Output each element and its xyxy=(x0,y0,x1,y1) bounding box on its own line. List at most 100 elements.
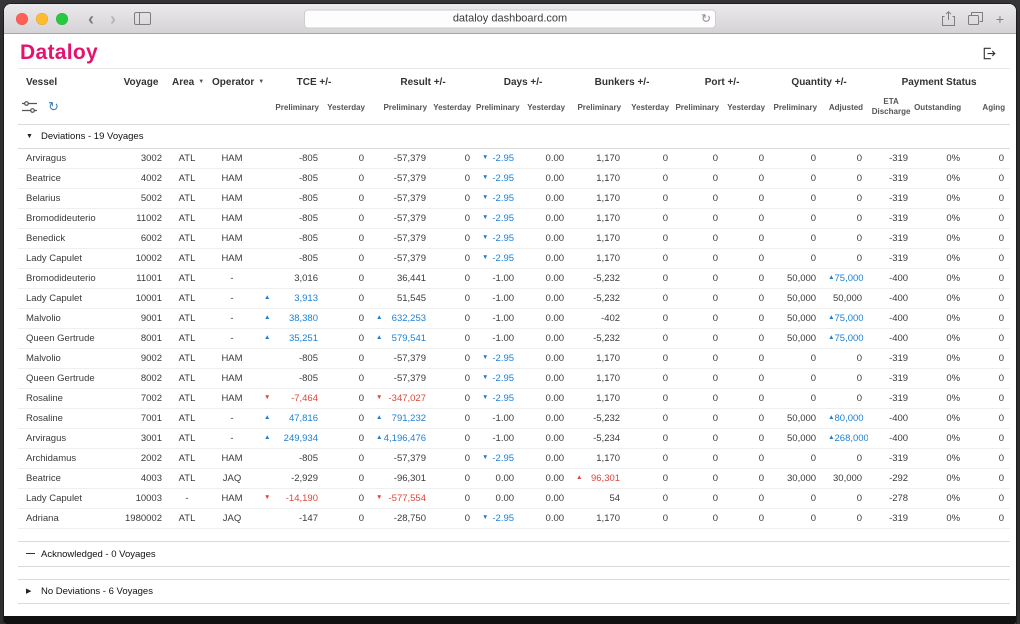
cell-value: 0.00 xyxy=(546,153,565,164)
table-row[interactable]: Belarius5002ATLHAM-8050-57,3790▼-2.950.0… xyxy=(18,189,1010,209)
cell: 0 xyxy=(324,149,370,169)
filter-icon[interactable]: ▼ xyxy=(198,79,204,85)
expand-icon[interactable]: ▶ xyxy=(26,587,41,595)
cell-value: 0 xyxy=(713,493,718,504)
section-header-deviations-19-voyages[interactable]: ▼Deviations - 19 Voyages xyxy=(18,125,1010,149)
cell-value: 0 xyxy=(359,193,364,204)
cell-value: 0 xyxy=(663,373,668,384)
cell-value: 0 xyxy=(713,193,718,204)
filter-icon[interactable]: ▼ xyxy=(258,79,264,85)
cell-value: 0 xyxy=(759,433,764,444)
collapse-icon[interactable]: ▼ xyxy=(26,133,41,140)
table-row[interactable]: Adriana1980002ATLJAQ-1470-28,7500▼-2.950… xyxy=(18,509,1010,529)
cell: 0 xyxy=(770,369,822,389)
cell: ATL xyxy=(168,189,208,209)
table-row[interactable]: Rosaline7001ATL-▲47,8160▲791,2320-1.000.… xyxy=(18,409,1010,429)
cell-value: Rosaline xyxy=(26,413,63,424)
table-row[interactable]: Lady Capulet10001ATL-▲3,913051,5450-1.00… xyxy=(18,289,1010,309)
share-icon[interactable] xyxy=(942,11,955,26)
cell: 0 xyxy=(966,329,1010,349)
table-row[interactable]: Beatrice4002ATLHAM-8050-57,3790▼-2.950.0… xyxy=(18,169,1010,189)
cell-value: -319 xyxy=(889,153,908,164)
cell: 1,170 xyxy=(570,509,626,529)
cell-value: Arviragus xyxy=(26,433,66,444)
cell: 0 xyxy=(966,189,1010,209)
cell: 0 xyxy=(674,189,724,209)
cell: ▲75,000 xyxy=(822,329,868,349)
sidebar-toggle-button[interactable] xyxy=(134,12,151,25)
new-tab-icon[interactable]: + xyxy=(996,12,1004,26)
column-group-port: Port +/- xyxy=(674,69,770,96)
table-row[interactable]: Malvolio9002ATLHAM-8050-57,3790▼-2.950.0… xyxy=(18,349,1010,369)
arrow-up-icon: ▲ xyxy=(264,293,270,303)
cell: 0 xyxy=(966,169,1010,189)
cell-value: -28,750 xyxy=(394,513,426,524)
table-row[interactable]: Malvolio9001ATL-▲38,3800▲632,2530-1.000.… xyxy=(18,309,1010,329)
minimize-window-button[interactable] xyxy=(36,13,48,25)
cell: 0 xyxy=(626,209,674,229)
cell: 0 xyxy=(674,429,724,449)
refresh-icon[interactable]: ↻ xyxy=(48,100,59,113)
cell-value: 0 xyxy=(359,373,364,384)
cell: Bromodideuterio xyxy=(18,209,114,229)
section-label: Deviations - 19 Voyages xyxy=(41,131,143,142)
cell-value: 1,170 xyxy=(596,233,620,244)
cell: 10001 xyxy=(114,289,168,309)
table-row[interactable]: Lady Capulet10002ATLHAM-8050-57,3790▼-2.… xyxy=(18,249,1010,269)
table-row[interactable]: Lady Capulet10003-HAM▼-14,1900▼-577,5540… xyxy=(18,489,1010,509)
section-header-no-deviations-6-voyages[interactable]: ▶No Deviations - 6 Voyages xyxy=(18,580,1010,604)
cell: 0.00 xyxy=(520,209,570,229)
reload-icon[interactable]: ↻ xyxy=(701,11,711,25)
cell-value: - xyxy=(230,313,233,324)
cell-value: ATL xyxy=(179,193,196,204)
voyage-table: VesselVoyageArea▼Operator▼TCE +/-Result … xyxy=(18,68,1010,604)
cell-value: 0 xyxy=(759,293,764,304)
table-row[interactable]: Arviragus3001ATL-▲249,9340▲4,196,4760-1.… xyxy=(18,429,1010,449)
tab-overview-icon[interactable] xyxy=(968,12,983,25)
cell: 0% xyxy=(914,509,966,529)
cell: 0 xyxy=(770,149,822,169)
cell: ▲75,000 xyxy=(822,309,868,329)
table-row[interactable]: Queen Gertrude8001ATL-▲35,2510▲579,5410-… xyxy=(18,329,1010,349)
table-row[interactable]: Beatrice4003ATLJAQ-2,9290-96,30100.000.0… xyxy=(18,469,1010,489)
table-row[interactable]: Bromodideuterio11002ATLHAM-8050-57,3790▼… xyxy=(18,209,1010,229)
cell-value: ATL xyxy=(179,273,196,284)
zoom-window-button[interactable] xyxy=(56,13,68,25)
table-row[interactable]: Queen Gertrude8002ATLHAM-8050-57,3790▼-2… xyxy=(18,369,1010,389)
table-row[interactable]: Bromodideuterio11001ATL-3,016036,4410-1.… xyxy=(18,269,1010,289)
cell: JAQ xyxy=(208,509,258,529)
cell: 0 xyxy=(626,469,674,489)
arrow-down-icon: ▼ xyxy=(264,493,270,503)
cell: 1,170 xyxy=(570,149,626,169)
browser-window: ‹ › dataloy dashboard.com ↻ + Dataloy xyxy=(4,4,1016,624)
cell-value: 38,380 xyxy=(289,313,318,324)
column-group-label: Operator xyxy=(212,77,254,88)
cell-value: 0 xyxy=(713,413,718,424)
cell: ▼-2.95 xyxy=(476,149,520,169)
table-row[interactable]: Arviragus3002ATLHAM-8050-57,3790▼-2.950.… xyxy=(18,149,1010,169)
cell: ▼-2.95 xyxy=(476,169,520,189)
filter-settings-icon[interactable] xyxy=(22,101,37,113)
logout-icon[interactable] xyxy=(981,46,996,61)
cell: ▲3,913 xyxy=(258,289,324,309)
cell-value: HAM xyxy=(221,233,242,244)
forward-button[interactable]: › xyxy=(110,10,116,28)
close-window-button[interactable] xyxy=(16,13,28,25)
table-row[interactable]: Benedick6002ATLHAM-8050-57,3790▼-2.950.0… xyxy=(18,229,1010,249)
table-row[interactable]: Archidamus2002ATLHAM-8050-57,3790▼-2.950… xyxy=(18,449,1010,469)
table-row[interactable]: Rosaline7002ATLHAM▼-7,4640▼-347,0270▼-2.… xyxy=(18,389,1010,409)
address-bar[interactable]: dataloy dashboard.com ↻ xyxy=(304,9,716,28)
cell: 0% xyxy=(914,149,966,169)
cell: 50,000 xyxy=(770,289,822,309)
cell-value: 50,000 xyxy=(787,273,816,284)
back-button[interactable]: ‹ xyxy=(88,10,94,28)
column-group-area[interactable]: Area▼ xyxy=(168,69,208,96)
section-header-acknowledged-0-voyages[interactable]: —Acknowledged - 0 Voyages xyxy=(18,542,1010,567)
cell-value: 0 xyxy=(663,473,668,484)
cell: 5002 xyxy=(114,189,168,209)
minus-icon[interactable]: — xyxy=(26,548,41,558)
cell-value: -400 xyxy=(889,313,908,324)
column-group-operator[interactable]: Operator▼ xyxy=(208,69,258,96)
cell: 0.00 xyxy=(520,229,570,249)
arrow-down-icon: ▼ xyxy=(482,233,488,243)
